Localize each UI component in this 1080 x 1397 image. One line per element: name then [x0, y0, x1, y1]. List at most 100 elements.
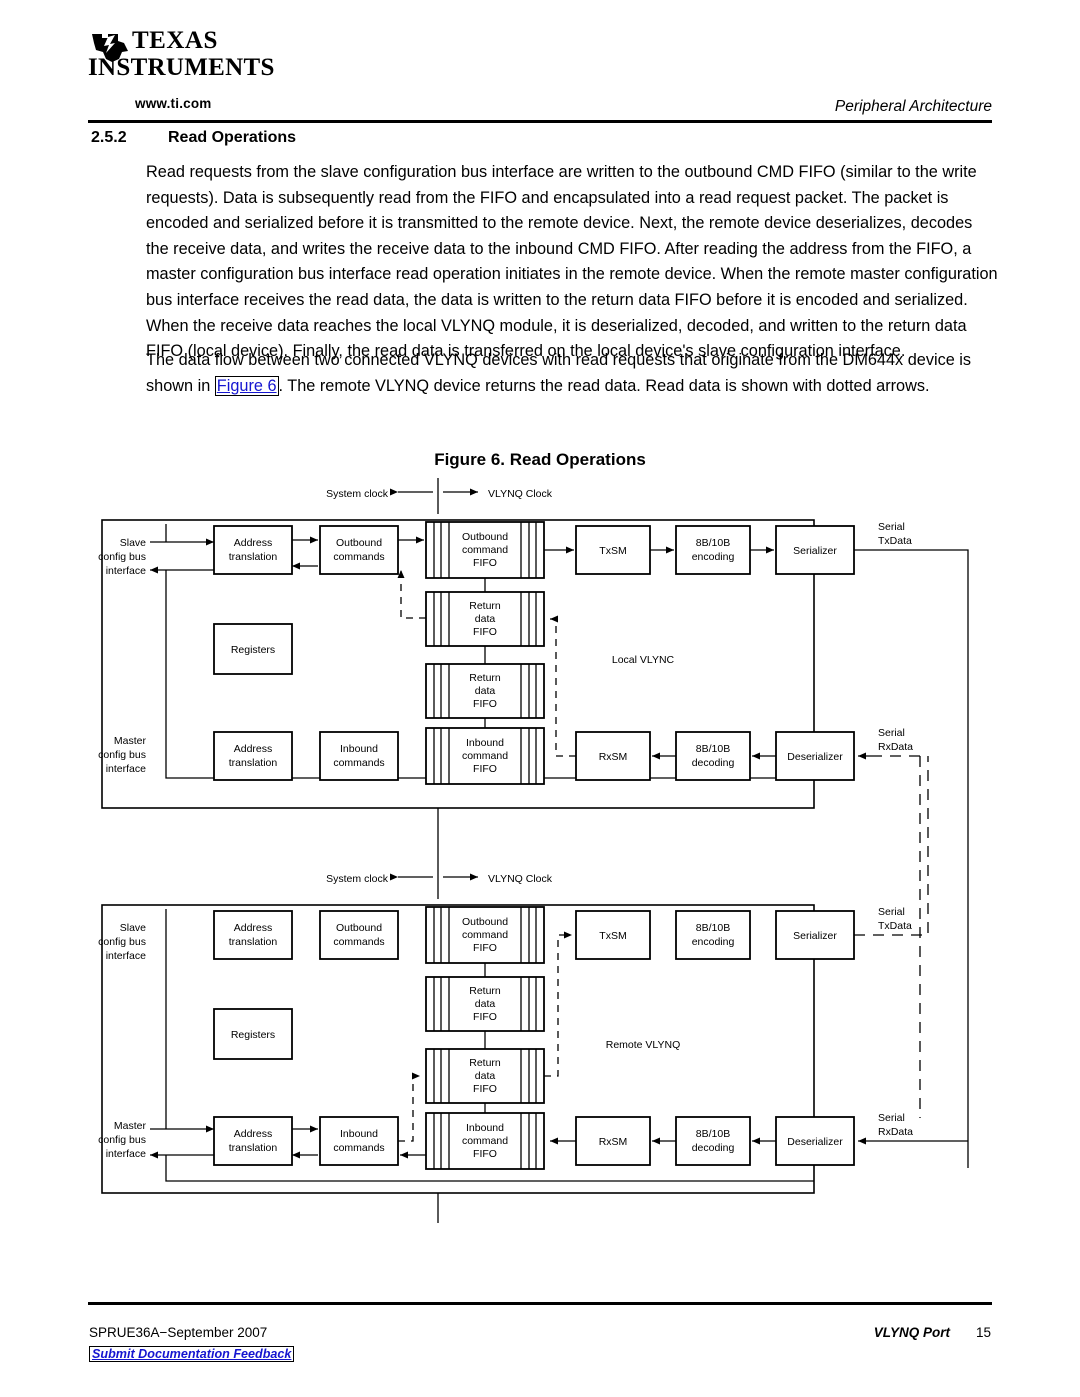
label-retfifo-2b-a: Return: [469, 1057, 501, 1069]
footer-chapter: VLYNQ Port: [873, 1325, 950, 1340]
footer-rule: [88, 1302, 992, 1305]
label-addr-top-1a: Address: [234, 537, 273, 549]
label-deser-1: Deserializer: [787, 751, 843, 763]
master-label-2-l1: Master: [114, 1120, 147, 1132]
block-8b10b-decoding-1: [675, 731, 751, 781]
footer-page-number: 15: [975, 1325, 991, 1340]
label-dec-2b: decoding: [692, 1142, 735, 1154]
logo-instruments: INSTRUMENTS: [88, 54, 275, 81]
label-infifo-1a: Inbound: [466, 737, 504, 749]
label-retfifo-1b-b: data: [475, 685, 496, 697]
label-dec-1b: decoding: [692, 757, 735, 769]
figure-caption: Figure 6. Read Operations: [434, 450, 646, 469]
master-label-2-l2: config bus: [98, 1134, 146, 1146]
label-addr-top-1b: translation: [229, 551, 278, 563]
dotted-retfifo-to-txsm-2: [544, 931, 572, 1077]
label-incmd-1b: commands: [333, 757, 384, 769]
ti-wordmark: TEXAS INSTRUMENTS: [88, 28, 275, 82]
header-rule: [88, 120, 992, 123]
label-outcmd-2a: Outbound: [336, 922, 382, 934]
block-address-translation-top-2: [213, 910, 293, 960]
label-dec-2a: 8B/10B: [696, 1128, 730, 1140]
dotted-incmd-to-retfifo-2: [398, 1072, 420, 1142]
serial-rx-label-1b: RxData: [878, 741, 913, 753]
label-addr-bot-2a: Address: [234, 1128, 273, 1140]
label-retfifo-1a-a: Return: [469, 600, 501, 612]
serial-rx-label-1a: Serial: [878, 727, 905, 739]
label-retfifo-2b-c: FIFO: [473, 1083, 497, 1095]
label-ser-2: Serializer: [793, 930, 837, 942]
label-retfifo-1a-b: data: [475, 613, 496, 625]
footer-docnumber: SPRUE36A−September 2007: [89, 1325, 268, 1340]
label-outfifo-1c: FIFO: [473, 557, 497, 569]
label-infifo-1b: command: [462, 750, 508, 762]
master-label-1-l3: interface: [106, 763, 146, 775]
label-retfifo-2a-c: FIFO: [473, 1011, 497, 1023]
block-address-translation-bottom-1: [213, 731, 293, 781]
label-outfifo-2c: FIFO: [473, 942, 497, 954]
slave-label-1-l1: Slave: [120, 537, 146, 549]
clock-right-label-1: VLYNQ Clock: [488, 488, 553, 500]
label-retfifo-1b-c: FIFO: [473, 698, 497, 710]
serial-tx-label-2a: Serial: [878, 906, 905, 918]
ti-url[interactable]: www.ti.com: [135, 96, 212, 111]
label-txsm-1: TxSM: [599, 545, 626, 557]
section-title: Read Operations: [168, 129, 297, 146]
slave-label-2-l2: config bus: [98, 936, 146, 948]
label-deser-2: Deserializer: [787, 1136, 843, 1148]
label-infifo-1c: FIFO: [473, 763, 497, 775]
label-registers-1: Registers: [231, 644, 275, 656]
label-outcmd-2b: commands: [333, 936, 384, 948]
label-incmd-2a: Inbound: [340, 1128, 378, 1140]
label-addr-bot-1b: translation: [229, 757, 278, 769]
group-remote-vlynq: System clock VLYNQ Clock Remote VLYNQ Sl…: [98, 756, 968, 1223]
label-registers-2: Registers: [231, 1029, 275, 1041]
serial-tx-label-1b: TxData: [878, 535, 912, 547]
label-infifo-2a: Inbound: [466, 1122, 504, 1134]
label-infifo-2b: command: [462, 1135, 508, 1147]
clock-left-label-1: System clock: [326, 488, 389, 500]
label-enc-2a: 8B/10B: [696, 922, 730, 934]
dotted-rxsm-to-retfifo-1: [550, 615, 576, 757]
label-ser-1: Serializer: [793, 545, 837, 557]
label-outfifo-1b: command: [462, 544, 508, 556]
block-inbound-commands-2: [319, 1116, 399, 1166]
label-addr-top-2b: translation: [229, 936, 278, 948]
block-outbound-commands-1: [319, 525, 399, 575]
master-label-2-l3: interface: [106, 1148, 146, 1160]
block-address-translation-top-1: [213, 525, 293, 575]
slave-label-2-l3: interface: [106, 950, 146, 962]
label-dec-1a: 8B/10B: [696, 743, 730, 755]
label-addr-top-2a: Address: [234, 922, 273, 934]
master-label-1-l2: config bus: [98, 749, 146, 761]
block-8b10b-decoding-2: [675, 1116, 751, 1166]
page-header: TEXAS INSTRUMENTS www.ti.com Peripheral …: [0, 0, 1080, 123]
label-addr-bot-1a: Address: [234, 743, 273, 755]
label-enc-1b: encoding: [692, 551, 735, 563]
figure-6-link[interactable]: Figure 6: [214, 375, 279, 396]
label-retfifo-1b-a: Return: [469, 672, 501, 684]
submit-feedback-link[interactable]: Submit Documentation Feedback: [89, 1346, 295, 1362]
serial-tx-path-1: [854, 549, 969, 1168]
master-label-1-l1: Master: [114, 735, 147, 747]
slave-label-2-l1: Slave: [120, 922, 146, 934]
label-outfifo-2b: command: [462, 929, 508, 941]
clock-right-label-2: VLYNQ Clock: [488, 873, 553, 885]
section-number: 2.5.2: [91, 129, 127, 146]
serial-rx-label-2b: RxData: [878, 1126, 913, 1138]
running-head: Peripheral Architecture: [834, 98, 992, 115]
label-retfifo-2a-b: data: [475, 998, 496, 1010]
slave-label-1-l3: interface: [106, 565, 146, 577]
serial-tx-label-1a: Serial: [878, 521, 905, 533]
group-name-local: Local VLYNC: [612, 654, 675, 666]
label-outcmd-1a: Outbound: [336, 537, 382, 549]
label-rxsm-2: RxSM: [599, 1136, 628, 1148]
label-enc-1a: 8B/10B: [696, 537, 730, 549]
label-incmd-2b: commands: [333, 1142, 384, 1154]
serial-tx-label-2b: TxData: [878, 920, 912, 932]
label-txsm-2: TxSM: [599, 930, 626, 942]
block-8b10b-encoding-2: [675, 910, 751, 960]
slave-label-1-l2: config bus: [98, 551, 146, 563]
label-retfifo-2a-a: Return: [469, 985, 501, 997]
label-retfifo-2b-b: data: [475, 1070, 496, 1082]
